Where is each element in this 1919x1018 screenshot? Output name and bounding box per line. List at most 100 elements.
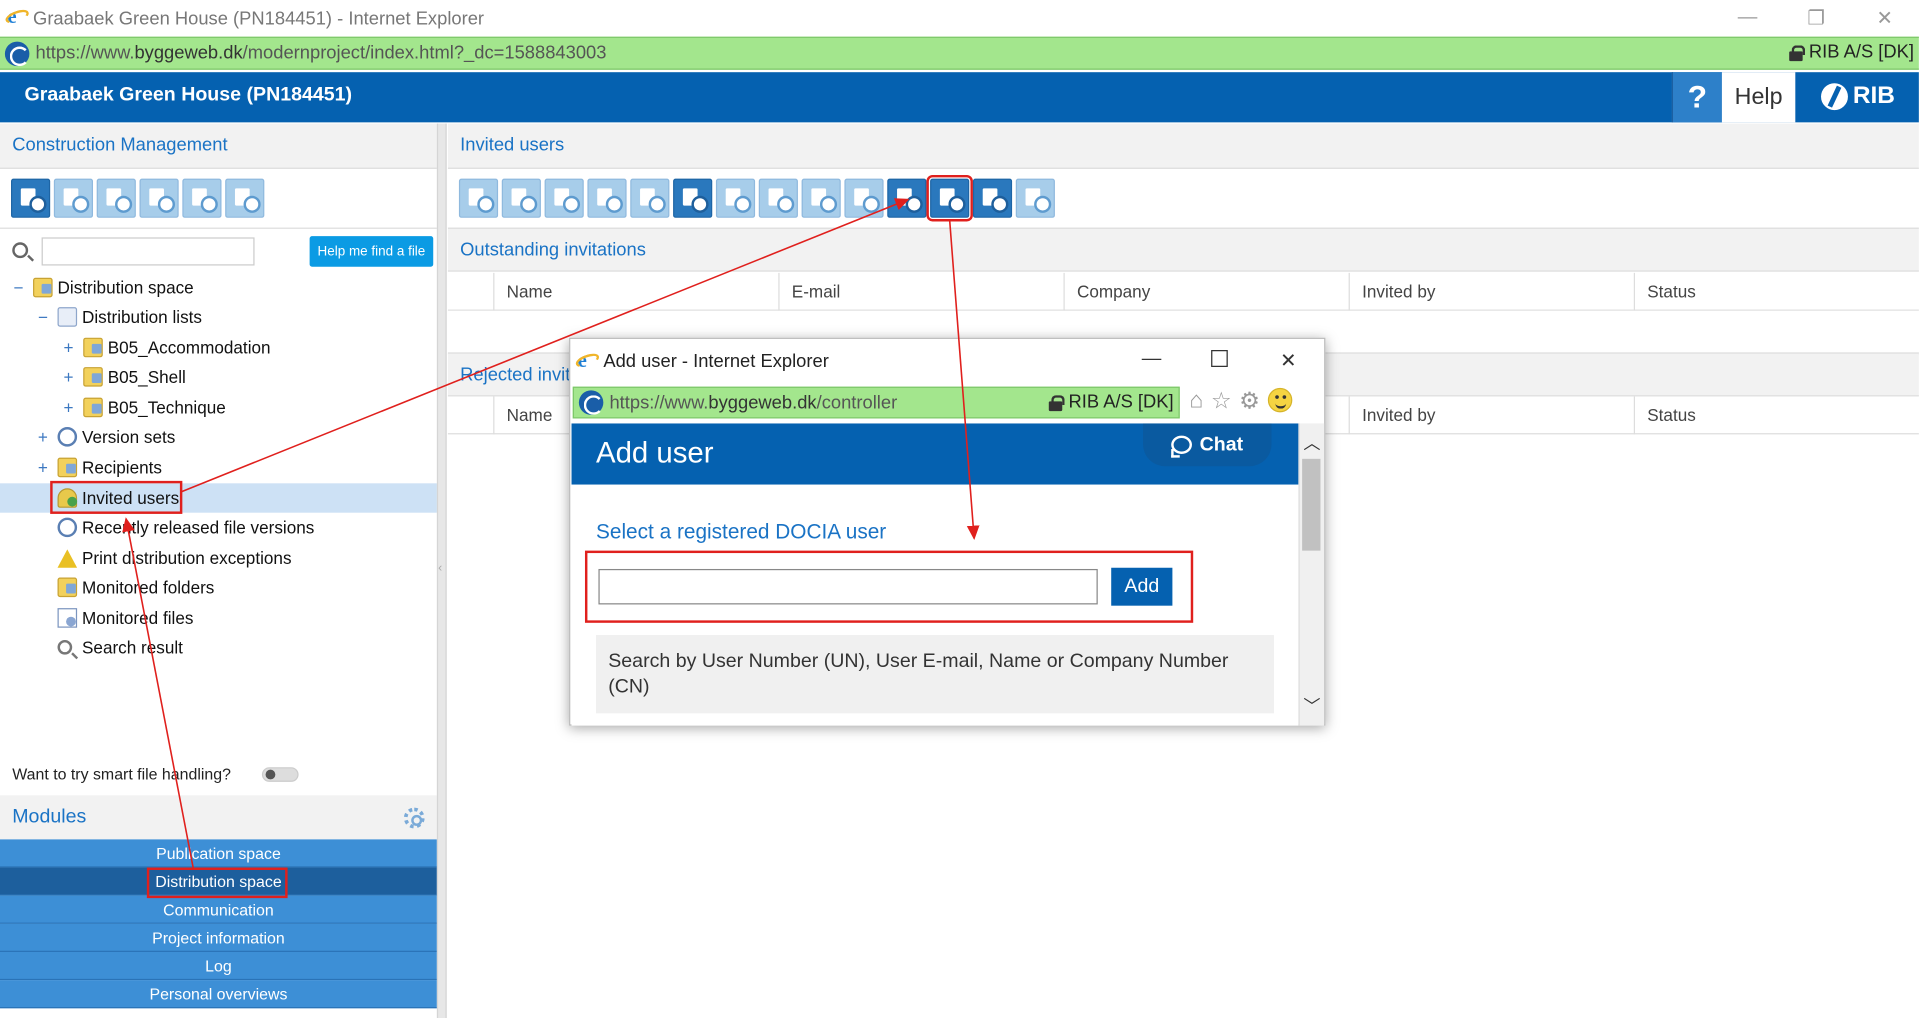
column-company[interactable]: Company [1063,272,1348,311]
export-distribution-button[interactable] [139,178,179,218]
expand-toggle[interactable]: + [35,427,50,447]
tree-item-label: Distribution lists [81,307,202,327]
restore-button[interactable]: ❐ [1782,0,1851,37]
tree-item-version-sets[interactable]: + Version sets [0,422,437,451]
gear-icon[interactable] [403,807,425,829]
tree-item-search-result[interactable]: Search result [0,633,437,662]
forward-invitation-button[interactable] [801,178,841,218]
edit-doc-icon [595,187,623,213]
add-recipient-button[interactable] [758,178,798,218]
link-icon [852,187,880,213]
add-invitation-button[interactable] [501,178,541,218]
address-url[interactable]: https://www.byggeweb.dk/modernproject/in… [35,43,606,64]
popup-minimize-button[interactable]: — [1142,349,1162,371]
tree-item-label: B05_Accommodation [107,337,271,358]
address-bar[interactable]: https://www.byggeweb.dk/modernproject/in… [0,36,1919,70]
refresh-distribution-button[interactable] [225,178,265,218]
delete-user-button[interactable] [972,178,1013,218]
import-users-button[interactable] [458,178,499,218]
popup-scrollbar[interactable]: ︿ ﹀ [1298,423,1325,726]
invitation-info-button[interactable] [715,178,756,218]
distribution-settings-button[interactable] [11,178,51,218]
left-panel-title: Construction Management [12,134,228,156]
collapse-toggle[interactable]: − [11,278,26,298]
tree-item-label: Monitored folders [81,577,215,598]
tree-item-print-distribution-exceptions[interactable]: Print distribution exceptions [0,543,437,572]
help-me-find-a-file-button[interactable]: Help me find a file [309,236,434,267]
home-icon[interactable]: ⌂ [1190,388,1204,416]
chat-button[interactable]: Chat [1143,423,1272,467]
scroll-down-icon[interactable]: ﹀ [1303,694,1320,718]
scroll-thumb[interactable] [1302,458,1321,551]
distribution-list-icon [83,337,103,358]
edit-distribution-button[interactable] [53,178,94,218]
popup-url[interactable]: https://www.byggeweb.dk/controller [609,392,897,413]
close-window-button[interactable]: ✕ [1850,0,1919,37]
gear-icon[interactable]: ⚙ [1239,388,1260,416]
tree-item-monitored-files[interactable]: Monitored files [0,603,437,632]
column-invited-by[interactable]: Invited by [1348,272,1634,311]
module-log[interactable]: Log [0,951,437,981]
column-email[interactable]: E-mail [778,272,1063,311]
monitored-file-icon [57,608,78,628]
url-scheme: https://www. [35,42,135,64]
tree-item-recipients[interactable]: + Recipients [0,453,437,482]
site-favicon-icon [578,390,604,415]
smiley-feedback-icon[interactable] [1267,387,1292,413]
popup-browser-icons: ⌂ ☆ ⚙ [1190,387,1292,416]
tree-item-distribution-space[interactable]: − Distribution space [0,273,437,302]
panel-splitter[interactable]: ‹ [436,123,447,1018]
expand-toggle[interactable]: + [61,367,76,387]
tree-item-b05-shell[interactable]: + B05_Shell [0,362,437,391]
tree-item-label: Recently released file versions [81,517,315,538]
recipients-icon [57,457,78,478]
settings-doc-icon [18,187,47,213]
popup-security-indicator[interactable]: RIB A/S [DK] [1048,392,1174,412]
refresh-users-button[interactable] [1015,178,1055,218]
favorites-star-icon[interactable]: ☆ [1211,388,1232,416]
collapse-arrow-icon[interactable]: ‹ [438,562,442,575]
popup-close-button[interactable]: ✕ [1280,349,1296,373]
link-invitation-button[interactable] [844,178,884,218]
print-invitations-button[interactable] [630,178,670,218]
security-indicator[interactable]: RIB A/S [DK] [1789,42,1914,62]
invite-user-button[interactable] [887,178,927,218]
expand-toggle[interactable]: + [35,458,50,478]
tree-item-label: Version sets [81,427,176,447]
lock-icon [1048,395,1065,412]
copy-distribution-button[interactable] [182,178,222,218]
column-status[interactable]: Status [1633,272,1919,311]
module-communication[interactable]: Communication [0,895,437,924]
internet-explorer-icon: e [574,348,601,373]
invite-user-icon [895,187,923,213]
popup-address-bar[interactable]: https://www.byggeweb.dk/controller RIB A… [572,386,1180,419]
smart-file-handling-toggle[interactable] [261,767,299,782]
tree-item-recently-released[interactable]: Recently released file versions [0,513,437,542]
remove-invitation-button[interactable] [544,178,584,218]
module-publication-space[interactable]: Publication space [0,839,437,868]
file-search-input[interactable] [41,237,255,266]
scroll-up-icon[interactable]: ︿ [1303,431,1320,455]
module-project-information[interactable]: Project information [0,923,437,952]
tree-item-monitored-folders[interactable]: Monitored folders [0,573,437,602]
help-button[interactable]: Help [1721,72,1796,123]
invitation-settings-button[interactable] [673,178,713,218]
add-doc-icon [509,187,538,213]
tree-item-b05-technique[interactable]: + B05_Technique [0,393,437,422]
delete-distribution-button[interactable] [96,178,136,218]
help-question-icon[interactable]: ? [1671,72,1722,123]
edit-invitation-button[interactable] [587,178,627,218]
minimize-button[interactable]: — [1713,0,1782,37]
column-name[interactable]: Name [493,272,778,311]
module-personal-overviews[interactable]: Personal overviews [0,980,437,1009]
tree-item-b05-accommodation[interactable]: + B05_Accommodation [0,333,437,362]
collapse-toggle[interactable]: − [35,307,50,327]
column-status[interactable]: Status [1633,396,1919,435]
expand-toggle[interactable]: + [61,338,76,358]
popup-maximize-button[interactable]: ☐ [1209,346,1230,374]
column-invited-by[interactable]: Invited by [1348,396,1634,435]
tree-item-distribution-lists[interactable]: − Distribution lists [0,302,437,331]
expand-toggle[interactable]: + [61,398,76,418]
screen: e Graabaek Green House (PN184451) - Inte… [0,0,1919,1018]
add-user-button[interactable] [926,174,973,222]
